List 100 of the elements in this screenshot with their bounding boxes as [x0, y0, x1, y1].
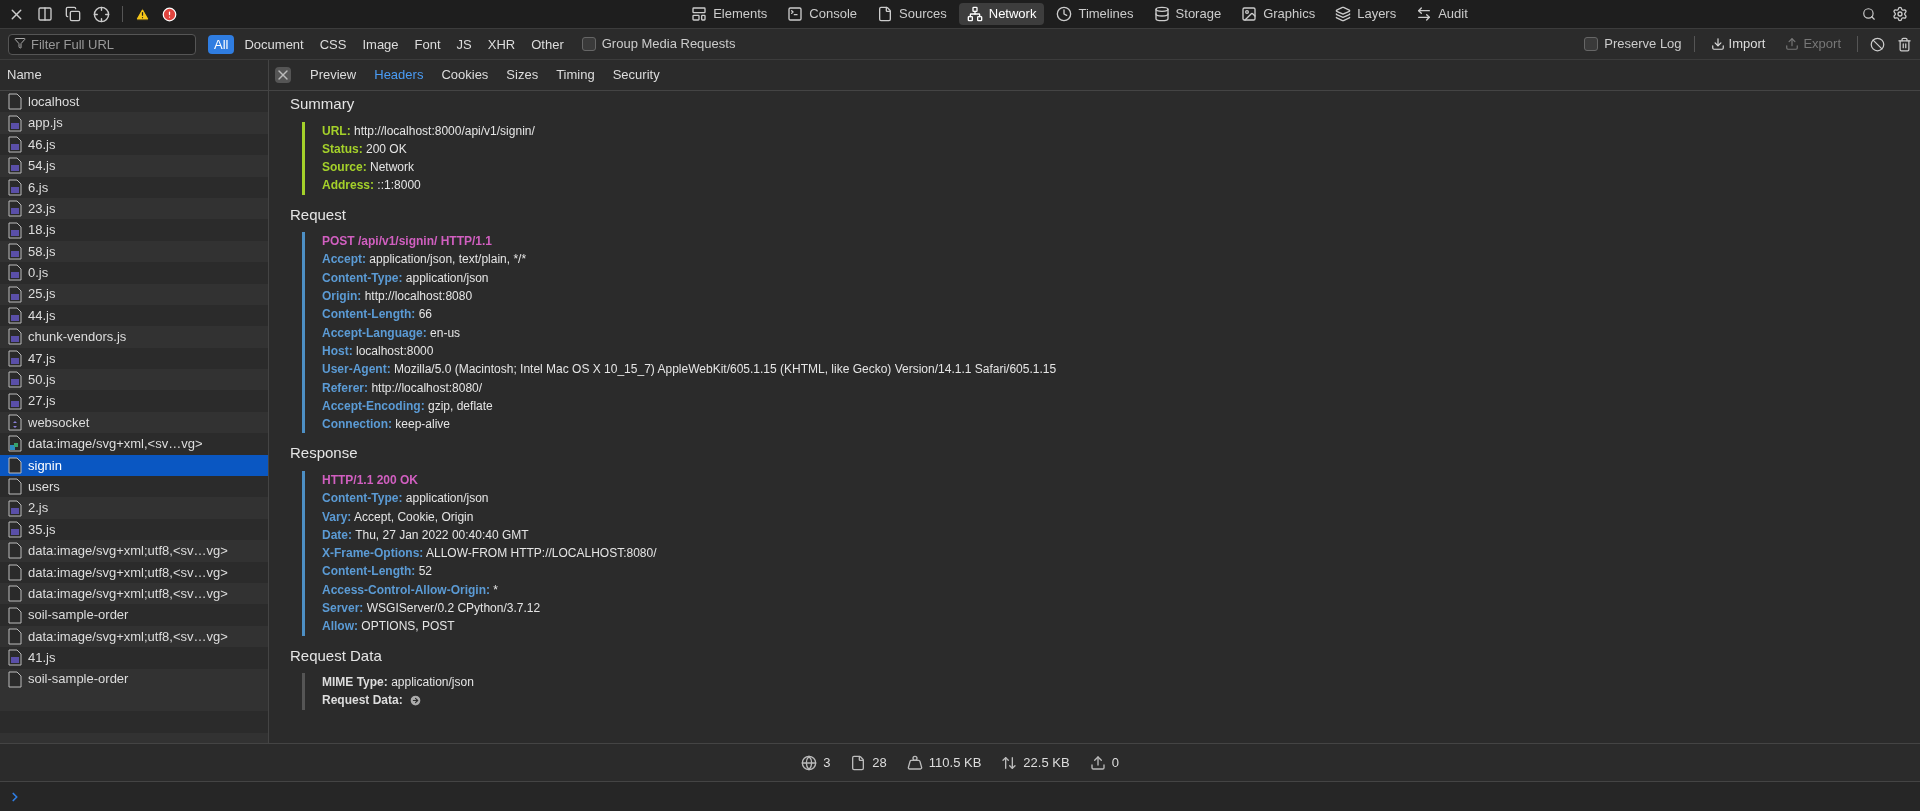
js-file-icon	[8, 328, 22, 346]
database-icon	[1153, 6, 1170, 22]
clear-icon[interactable]	[1897, 36, 1912, 52]
type-filter[interactable]: Document	[238, 34, 310, 54]
detail-tab[interactable]: Sizes	[499, 65, 546, 85]
type-filter[interactable]: Image	[356, 34, 405, 54]
detail-tab[interactable]: Security	[605, 65, 667, 85]
status-value: 3	[823, 753, 831, 772]
detail-tab[interactable]: Timing	[549, 65, 602, 85]
header-line: Access-Control-Allow-Origin: *	[322, 581, 500, 599]
request-row[interactable]: data:image/svg+xml;utf8,<sv…vg>	[0, 625, 268, 648]
filter-icon	[14, 37, 26, 49]
toolbar-tab[interactable]: Audit	[1408, 3, 1476, 25]
file-icon	[8, 585, 22, 603]
request-row[interactable]: data:image/svg+xml;utf8,<sv…vg>	[0, 583, 268, 605]
import-button[interactable]: Import	[1706, 34, 1770, 54]
search-icon[interactable]	[1862, 7, 1876, 21]
inspect-icon[interactable]	[93, 5, 110, 23]
file-icon	[850, 754, 867, 771]
request-row[interactable]: 54.js	[0, 155, 268, 177]
export-icon	[1785, 37, 1800, 51]
detail-tab[interactable]: Headers	[367, 65, 431, 85]
status-value: 22.5 KB	[1023, 753, 1070, 772]
js-file-icon	[8, 307, 22, 325]
request-row[interactable]: data:image/svg+xml;utf8,<sv…vg>	[0, 540, 268, 562]
js-file-icon	[8, 392, 22, 410]
js-file-icon	[8, 178, 22, 196]
toolbar-tab[interactable]: Storage	[1145, 3, 1230, 25]
request-row[interactable]: websocket	[0, 411, 268, 434]
file-icon	[8, 627, 22, 645]
request-row[interactable]: signin	[0, 454, 268, 477]
type-filter[interactable]: CSS	[313, 34, 353, 54]
toolbar-tab[interactable]: Layers	[1327, 3, 1405, 25]
toolbar-tab[interactable]: Console	[779, 3, 866, 25]
js-file-icon	[8, 285, 22, 303]
clock-icon	[1056, 6, 1073, 22]
image-file-icon	[8, 435, 22, 453]
dock-side-icon[interactable]	[37, 6, 53, 22]
type-filter[interactable]: Other	[525, 34, 570, 54]
group-media-checkbox[interactable]: Group Media Requests	[581, 34, 736, 54]
arrows-icon	[1416, 6, 1433, 22]
header-line: Accept-Encoding: gzip, deflate	[322, 397, 494, 415]
file-icon	[8, 670, 22, 688]
error-icon[interactable]	[162, 6, 177, 22]
status-line: POST /api/v1/signin/ HTTP/1.1	[322, 233, 494, 251]
warning-icon[interactable]	[135, 6, 150, 22]
request-row[interactable]: 50.js	[0, 369, 268, 391]
toolbar-tab[interactable]: Elements	[683, 3, 776, 25]
file-icon	[877, 6, 894, 22]
header-line: Accept: application/json, text/plain, */*	[322, 251, 528, 269]
detail-tab[interactable]: Cookies	[434, 65, 496, 85]
section-title: Summary	[290, 94, 356, 114]
request-row[interactable]: app.js	[0, 112, 268, 134]
header-line: Content-Length: 66	[322, 306, 433, 324]
close-icon[interactable]	[275, 67, 291, 83]
header-line: X-Frame-Options: ALLOW-FROM HTTP://LOCALHOST:8080/	[322, 545, 658, 563]
toolbar-tab[interactable]: Network	[958, 3, 1045, 25]
section-title: Request	[290, 204, 347, 225]
js-file-icon	[8, 264, 22, 282]
disable-cache-icon[interactable]	[1870, 36, 1885, 52]
network-icon	[966, 6, 983, 22]
toolbar-tab[interactable]: Graphics	[1233, 3, 1324, 25]
import-icon	[1710, 37, 1725, 51]
layers-icon	[1335, 6, 1352, 22]
js-file-icon	[8, 242, 22, 260]
transfer-icon	[1001, 754, 1018, 771]
section-title: Request Data	[290, 645, 383, 666]
toolbar-tab[interactable]: Timelines	[1048, 3, 1142, 25]
globe-icon	[801, 754, 818, 771]
type-filter[interactable]: Font	[408, 34, 447, 54]
type-filter[interactable]: JS	[450, 34, 478, 54]
header-line: Server: WSGIServer/0.2 CPython/3.7.12	[322, 600, 542, 618]
request-row[interactable]: 25.js	[0, 283, 268, 305]
detail-tab[interactable]: Preview	[303, 65, 364, 85]
file-icon	[8, 456, 22, 474]
js-file-icon	[8, 135, 22, 153]
weight-icon	[906, 754, 923, 771]
type-filter[interactable]: All	[208, 34, 235, 54]
toolbar-tab[interactable]: Sources	[869, 3, 955, 25]
file-icon	[8, 478, 22, 496]
header-line: Accept-Language: en-us	[322, 324, 462, 342]
layout-icon	[691, 6, 708, 22]
request-row[interactable]: 2.js	[0, 497, 268, 519]
filter-field[interactable]: Filter Full URL	[8, 34, 196, 55]
request-row[interactable]: soil-sample-order	[0, 668, 268, 690]
preserve-log-checkbox[interactable]: Preserve Log	[1584, 34, 1682, 54]
request-row[interactable]: chunk-vendors.js	[0, 326, 268, 348]
header-line: Address: ::1:8000	[322, 177, 422, 195]
settings-icon[interactable]	[1892, 6, 1908, 22]
file-icon	[8, 542, 22, 560]
type-filter[interactable]: XHR	[481, 34, 522, 54]
undock-icon[interactable]	[65, 6, 81, 22]
js-file-icon	[8, 157, 22, 175]
request-row[interactable]: 23.js	[0, 197, 268, 220]
js-file-icon	[8, 349, 22, 367]
js-file-icon	[8, 114, 22, 132]
request-row[interactable]: 58.js	[0, 240, 268, 263]
header-line: Status: 200 OK	[322, 140, 408, 158]
go-to-icon[interactable]	[408, 694, 422, 708]
header-line: Content-Type: application/json	[322, 269, 490, 287]
